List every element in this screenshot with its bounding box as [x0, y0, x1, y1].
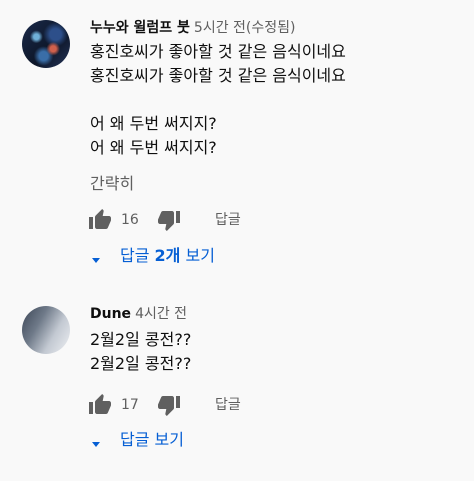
like-count: 17: [121, 397, 139, 413]
comment-header: Dune 4시간 전: [90, 306, 187, 322]
avatar[interactable]: [22, 20, 70, 68]
show-less-link[interactable]: 간략히: [90, 173, 134, 195]
thumbs-up-icon[interactable]: [88, 208, 112, 232]
comment-time[interactable]: 4시간 전: [135, 306, 187, 322]
comment-actions: 16 답글: [88, 208, 388, 232]
view-replies-label: 답글 2개 보기: [120, 244, 215, 268]
comment-actions: 17 답글: [88, 393, 388, 417]
view-replies-button[interactable]: 답글 2개 보기: [88, 244, 288, 268]
view-replies-label: 답글 보기: [120, 430, 184, 449]
thumbs-down-icon[interactable]: [157, 393, 181, 417]
comment-author[interactable]: Dune: [90, 306, 131, 322]
comment-time[interactable]: 5시간 전(수정됨): [194, 20, 296, 36]
comment-line: 홍진호씨가 좋아할 것 같은 음식이네요: [90, 42, 346, 61]
view-replies-button[interactable]: 답글 보기: [88, 428, 288, 452]
reply-button[interactable]: 답글: [215, 210, 241, 230]
caret-down-icon: [88, 434, 104, 447]
comment-header: 누누와 윌럼프 붓 5시간 전(수정됨): [90, 20, 295, 36]
comment-line: 홍진호씨가 좋아할 것 같은 음식이네요: [90, 66, 346, 85]
avatar[interactable]: [22, 306, 70, 354]
view-replies-prefix: 답글: [120, 246, 155, 265]
reply-button[interactable]: 답글: [215, 395, 241, 415]
view-replies-suffix: 보기: [180, 246, 215, 265]
reply-count: 2개: [154, 246, 181, 265]
thumbs-down-icon[interactable]: [157, 208, 181, 232]
comment-line: 2월2일 콩전??: [90, 354, 192, 373]
comment-text: 2월2일 콩전?? 2월2일 콩전??: [90, 328, 191, 376]
like-count: 16: [121, 212, 139, 228]
comment-author[interactable]: 누누와 윌럼프 붓: [90, 20, 190, 36]
comment-line: 2월2일 콩전??: [90, 330, 192, 349]
comment-line: 어 왜 두번 써지지?: [90, 114, 217, 133]
caret-down-icon: [88, 250, 104, 263]
comment-line: 어 왜 두번 써지지?: [90, 138, 217, 157]
thumbs-up-icon[interactable]: [88, 393, 112, 417]
comment-text: 홍진호씨가 좋아할 것 같은 음식이네요 홍진호씨가 좋아할 것 같은 음식이네…: [90, 40, 346, 160]
